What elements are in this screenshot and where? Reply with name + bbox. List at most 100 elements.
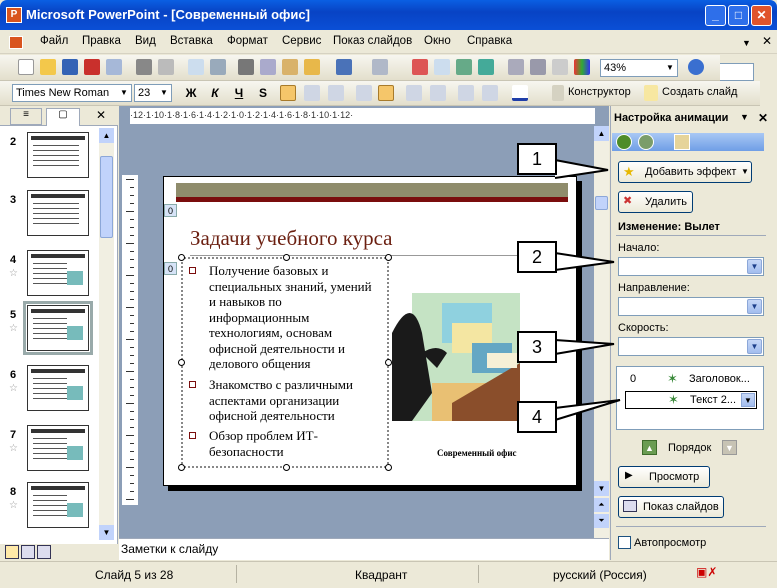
email-icon[interactable] (106, 59, 122, 75)
task-pane-close-icon[interactable]: ✕ (758, 111, 768, 125)
animation-list[interactable]: 0 ✶ Заголовок... ✶ Текст 2... ▼ (616, 366, 764, 430)
scroll-down-icon[interactable]: ▼ (99, 525, 114, 540)
scroll-thumb[interactable] (595, 196, 608, 210)
next-slide-icon[interactable]: ⏷ (594, 514, 609, 528)
home-icon[interactable] (674, 134, 690, 150)
direction-select[interactable]: ▼ (618, 297, 764, 316)
align-left-icon[interactable] (280, 85, 296, 101)
add-effect-button[interactable]: ★ Добавить эффект ▼ (618, 161, 752, 183)
menu-format[interactable]: Формат (227, 35, 268, 47)
slides-tab[interactable]: ▢ (46, 108, 80, 126)
bullet-item[interactable]: Обзор проблем ИТ-безопасности (189, 428, 379, 459)
resize-handle[interactable] (385, 464, 392, 471)
resize-handle[interactable] (283, 464, 290, 471)
new-slide-button[interactable]: Создать слайд (662, 86, 737, 98)
permission-icon[interactable] (84, 59, 100, 75)
slide-scrollbar[interactable]: ▲ ▼ ⏶ ⏷ (594, 126, 609, 540)
slide-thumbnail[interactable] (27, 425, 89, 471)
bullets-icon[interactable] (378, 85, 394, 101)
slide-thumbnail[interactable] (27, 190, 89, 236)
copy-icon[interactable] (260, 59, 276, 75)
menu-window[interactable]: Окно (424, 35, 451, 47)
hyperlink-icon[interactable] (478, 59, 494, 75)
start-select[interactable]: ▼ (618, 257, 764, 276)
close-button[interactable]: ✕ (751, 5, 772, 26)
slide-thumbnail[interactable] (27, 132, 89, 178)
save-icon[interactable] (62, 59, 78, 75)
resize-handle[interactable] (178, 359, 185, 366)
chevron-down-icon[interactable]: ▼ (118, 86, 130, 100)
scroll-up-icon[interactable]: ▲ (594, 126, 609, 141)
font-size-combo[interactable]: 23 ▼ (134, 84, 172, 102)
move-down-icon[interactable]: ▼ (722, 440, 737, 455)
open-icon[interactable] (40, 59, 56, 75)
undo-icon[interactable] (336, 59, 352, 75)
research-icon[interactable] (210, 59, 226, 75)
minimize-button[interactable]: _ (705, 5, 726, 26)
document-icon[interactable] (9, 36, 23, 49)
slideshow-view-icon[interactable] (37, 545, 51, 559)
chevron-down-icon[interactable]: ▼ (664, 61, 676, 75)
font-color-icon[interactable] (512, 85, 528, 101)
bullet-item[interactable]: Получение базовых и специальных знаний, … (189, 263, 379, 372)
previous-slide-icon[interactable]: ⏶ (594, 498, 609, 512)
resize-handle[interactable] (385, 359, 392, 366)
spelling-status-icon[interactable]: ▣✗ (696, 565, 717, 579)
increase-indent-icon[interactable] (482, 85, 498, 101)
menu-edit[interactable]: Правка (82, 35, 121, 47)
bullet-item[interactable]: Знакомство с различными аспектами органи… (189, 377, 379, 424)
help-icon[interactable] (688, 59, 704, 75)
chevron-down-icon[interactable]: ▼ (747, 339, 762, 354)
animation-item-selected[interactable]: ✶ Текст 2... ▼ (625, 391, 757, 409)
slide-thumbnail[interactable] (27, 482, 89, 528)
color-grayscale-icon[interactable] (574, 59, 590, 75)
menu-insert[interactable]: Вставка (170, 35, 213, 47)
maximize-button[interactable]: □ (728, 5, 749, 26)
zoom-combo[interactable]: 43% ▼ (600, 59, 678, 77)
forward-icon[interactable] (638, 134, 654, 150)
remove-button[interactable]: ✖ Удалить (618, 191, 693, 213)
office-clipart-image[interactable] (392, 293, 520, 421)
back-icon[interactable] (616, 134, 632, 150)
redo-icon[interactable] (372, 59, 388, 75)
shadow-button[interactable]: S (254, 84, 272, 102)
help-dropdown-icon[interactable]: ▼ (742, 38, 751, 48)
paste-icon[interactable] (282, 59, 298, 75)
slides-scrollbar[interactable]: ▲ ▼ (99, 128, 114, 540)
numbering-icon[interactable] (356, 85, 372, 101)
menu-tools[interactable]: Сервис (282, 35, 321, 47)
spelling-icon[interactable] (188, 59, 204, 75)
font-name-combo[interactable]: Times New Roman ▼ (12, 84, 132, 102)
resize-handle[interactable] (385, 254, 392, 261)
doc-close-icon[interactable]: ✕ (762, 34, 772, 48)
decrease-indent-icon[interactable] (458, 85, 474, 101)
menu-slideshow[interactable]: Показ слайдов (333, 35, 412, 47)
decrease-font-icon[interactable] (430, 85, 446, 101)
slide-thumbnail[interactable] (23, 301, 93, 355)
slide-thumbnail[interactable] (27, 365, 89, 411)
animation-item[interactable]: 0 ✶ Заголовок... (617, 370, 763, 388)
italic-button[interactable]: К (206, 84, 224, 102)
chevron-down-icon[interactable]: ▼ (741, 393, 755, 407)
align-center-icon[interactable] (304, 85, 320, 101)
powerpoint-app-icon[interactable]: P (6, 7, 22, 23)
scroll-thumb[interactable] (100, 156, 113, 238)
menu-file[interactable]: Файл (40, 35, 68, 47)
slideshow-button[interactable]: Показ слайдов (618, 496, 724, 518)
insert-chart-icon[interactable] (412, 59, 428, 75)
chevron-down-icon[interactable]: ▼ (747, 259, 762, 274)
increase-font-icon[interactable] (406, 85, 422, 101)
outline-tab[interactable]: ≡ (10, 108, 42, 125)
move-up-icon[interactable]: ▲ (642, 440, 657, 455)
close-pane-icon[interactable]: ✕ (96, 108, 106, 122)
slide-title[interactable]: Задачи учебного курса (190, 226, 393, 251)
sorter-view-icon[interactable] (21, 545, 35, 559)
task-pane-menu-icon[interactable]: ▼ (740, 112, 749, 122)
scroll-up-icon[interactable]: ▲ (99, 128, 114, 143)
preview-button[interactable]: ▶ Просмотр (618, 466, 710, 488)
menu-help[interactable]: Справка (467, 35, 512, 47)
insert-table-icon[interactable] (434, 59, 450, 75)
resize-handle[interactable] (178, 464, 185, 471)
chevron-down-icon[interactable]: ▼ (747, 299, 762, 314)
new-icon[interactable] (18, 59, 34, 75)
